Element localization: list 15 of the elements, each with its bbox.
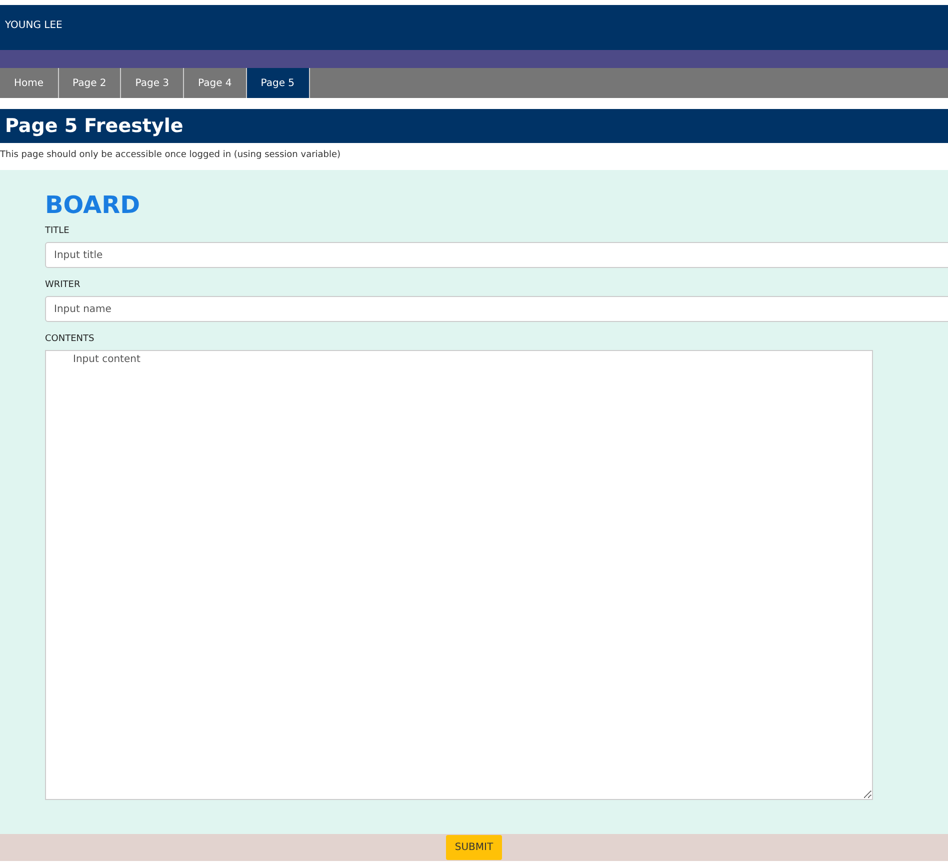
- nav-tab[interactable]: Page 3: [121, 68, 184, 98]
- board-heading: BOARD: [45, 192, 140, 218]
- nav-tab[interactable]: Page 5: [246, 68, 310, 98]
- input-field[interactable]: Input title: [45, 242, 948, 268]
- nav-tab[interactable]: Page 2: [58, 68, 122, 98]
- field-label: WRITER: [45, 280, 80, 290]
- input-field[interactable]: Input name: [45, 296, 948, 322]
- field-label: CONTENTS: [45, 334, 94, 344]
- nav-tab[interactable]: Home: [0, 68, 59, 98]
- page-title: Page 5 Freestyle: [0, 109, 948, 143]
- field-label: TITLE: [45, 226, 70, 236]
- user-name: YOUNG LEE: [5, 20, 62, 31]
- submit-button[interactable]: SUBMIT: [446, 835, 502, 860]
- page-note: This page should only be accessible once logged in (using session variable): [0, 150, 342, 162]
- content-area[interactable]: Input content: [45, 350, 873, 800]
